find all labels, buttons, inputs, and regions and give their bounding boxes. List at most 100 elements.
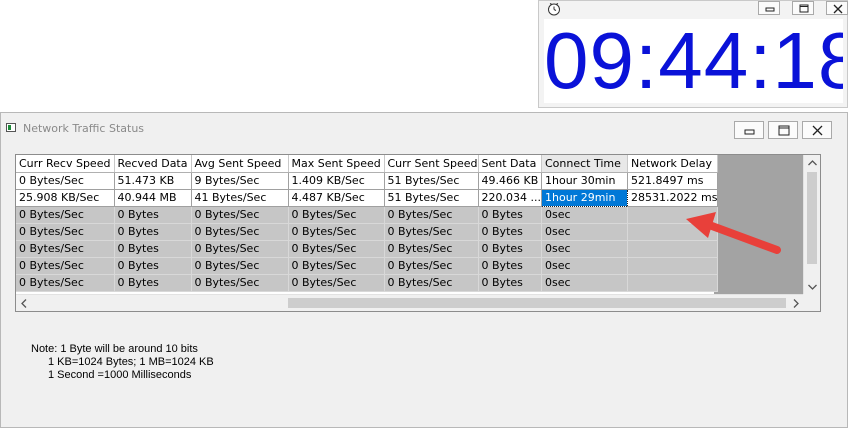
clock-minimize-button[interactable] — [758, 1, 780, 15]
table-cell[interactable]: 41 Bytes/Sec — [191, 189, 289, 207]
table-cell[interactable]: 0 Bytes/Sec — [16, 257, 115, 275]
table-cell[interactable]: 0 Bytes/Sec — [191, 206, 289, 224]
table-cell[interactable]: 0 Bytes/Sec — [384, 223, 479, 241]
table-cell[interactable]: 0 Bytes/Sec — [288, 206, 385, 224]
table-cell[interactable]: 51 Bytes/Sec — [384, 189, 479, 207]
table-cell[interactable]: 0sec — [541, 274, 628, 292]
table-cell[interactable]: 0 Bytes/Sec — [191, 274, 289, 292]
table-cell[interactable]: 0 Bytes/Sec — [384, 240, 479, 258]
table-cell[interactable]: 25.908 KB/Sec — [16, 189, 115, 207]
maximize-button[interactable] — [768, 121, 798, 139]
table-cell[interactable]: 0 Bytes — [114, 257, 192, 275]
vertical-scroll-thumb[interactable] — [807, 172, 817, 264]
scroll-left-icon[interactable] — [16, 295, 33, 312]
note-line-3: 1 Second =1000 Milliseconds — [48, 369, 192, 381]
table-cell[interactable]: 0sec — [541, 240, 628, 258]
table-cell[interactable]: 0sec — [541, 257, 628, 275]
table-cell[interactable]: 0sec — [541, 223, 628, 241]
table-cell[interactable]: 1hour 29min — [541, 188, 628, 207]
maximize-icon — [799, 4, 809, 13]
scroll-up-icon[interactable] — [804, 155, 821, 172]
column-header[interactable]: Curr Sent Speed — [384, 155, 479, 173]
vertical-scrollbar[interactable] — [803, 155, 820, 295]
horizontal-scrollbar[interactable] — [16, 294, 820, 311]
clock-maximize-button[interactable] — [792, 1, 814, 15]
table-row[interactable]: 25.908 KB/Sec 40.944 MB 41 Bytes/Sec 4.487 … — [16, 188, 719, 207]
table-cell[interactable]: 0 Bytes/Sec — [288, 274, 385, 292]
horizontal-scroll-thumb[interactable] — [288, 298, 786, 308]
table-cell[interactable]: 0 Bytes/Sec — [191, 240, 289, 258]
table-cell[interactable] — [627, 257, 719, 275]
table-cell[interactable]: 0 Bytes — [478, 257, 543, 275]
table-cell[interactable] — [627, 240, 719, 258]
scrollbar-corner — [803, 294, 820, 311]
table-cell[interactable]: 0sec — [541, 206, 628, 224]
traffic-grid[interactable]: Curr Recv Speed Recved Data Avg Sent Speed… — [15, 154, 821, 312]
table-cell[interactable]: 0 Bytes — [114, 240, 192, 258]
notes-section: Note: 1 Byte will be around 10 bits 1 KB… — [31, 343, 214, 382]
table-row[interactable]: 0 Bytes/Sec 0 Bytes 0 Bytes/Sec 0 Bytes/Sec… — [16, 223, 719, 241]
note-line-1: Note: 1 Byte will be around 10 bits — [31, 343, 198, 355]
table-cell[interactable]: 1.409 KB/Sec — [288, 172, 385, 190]
table-cell[interactable]: 0 Bytes/Sec — [288, 240, 385, 258]
column-header[interactable]: Max Sent Speed — [288, 155, 385, 173]
table-cell[interactable]: 0 Bytes — [114, 274, 192, 292]
table-cell[interactable]: 0 Bytes/Sec — [16, 206, 115, 224]
table-row[interactable]: 0 Bytes/Sec 0 Bytes 0 Bytes/Sec 0 Bytes/Sec… — [16, 257, 719, 275]
minimize-icon — [744, 129, 755, 135]
clock-face: 09:44:18 — [544, 19, 843, 103]
column-header[interactable]: Curr Recv Speed — [16, 155, 115, 173]
close-button[interactable] — [802, 121, 832, 139]
table-cell[interactable]: 0 Bytes/Sec — [16, 172, 115, 190]
column-header[interactable]: Network Delay — [627, 155, 719, 173]
close-icon — [833, 4, 843, 14]
table-cell[interactable]: 0 Bytes — [478, 240, 543, 258]
table-cell[interactable]: 0 Bytes — [114, 223, 192, 241]
table-cell[interactable]: 0 Bytes — [478, 206, 543, 224]
table-cell[interactable]: 0 Bytes/Sec — [191, 257, 289, 275]
table-cell[interactable]: 51 Bytes/Sec — [384, 172, 479, 190]
table-cell[interactable]: 0 Bytes — [478, 223, 543, 241]
table-cell[interactable]: 521.8497 ms — [627, 172, 719, 190]
scroll-right-icon[interactable] — [787, 295, 804, 312]
note-line-2: 1 KB=1024 Bytes; 1 MB=1024 KB — [48, 356, 214, 368]
table-cell[interactable]: 4.487 KB/Sec — [288, 189, 385, 207]
column-header[interactable]: Sent Data — [478, 155, 543, 173]
column-header[interactable]: Avg Sent Speed — [191, 155, 289, 173]
table-cell[interactable]: 40.944 MB — [114, 189, 192, 207]
table-cell[interactable] — [627, 223, 719, 241]
window-title: Network Traffic Status — [23, 122, 145, 135]
table-cell[interactable]: 0 Bytes/Sec — [288, 257, 385, 275]
table-cell[interactable]: 0 Bytes/Sec — [384, 274, 479, 292]
network-traffic-window: Network Traffic Status Curr Recv Speed Re… — [0, 112, 848, 428]
table-row[interactable]: 0 Bytes/Sec 0 Bytes 0 Bytes/Sec 0 Bytes/Sec… — [16, 274, 719, 292]
table-cell[interactable]: 0 Bytes/Sec — [16, 223, 115, 241]
clock-close-button[interactable] — [826, 1, 848, 15]
minimize-icon — [765, 7, 775, 12]
table-cell[interactable]: 28531.2022 ms — [627, 189, 719, 207]
column-header[interactable]: Connect Time — [541, 155, 628, 173]
table-cell[interactable]: 0 Bytes/Sec — [16, 274, 115, 292]
clock-titlebar — [539, 1, 848, 19]
table-cell[interactable]: 1hour 30min — [541, 172, 628, 190]
scroll-down-icon[interactable] — [804, 278, 821, 295]
table-cell[interactable] — [627, 274, 719, 292]
table-cell[interactable]: 0 Bytes/Sec — [191, 223, 289, 241]
table-cell[interactable]: 0 Bytes — [114, 206, 192, 224]
table-cell[interactable]: 51.473 KB — [114, 172, 192, 190]
table-cell[interactable]: 0 Bytes/Sec — [16, 240, 115, 258]
column-header[interactable]: Recved Data — [114, 155, 192, 173]
table-row[interactable]: 0 Bytes/Sec 0 Bytes 0 Bytes/Sec 0 Bytes/Sec… — [16, 240, 719, 258]
maximize-icon — [778, 125, 790, 136]
table-cell[interactable]: 0 Bytes — [478, 274, 543, 292]
table-cell[interactable]: 0 Bytes/Sec — [384, 206, 479, 224]
table-cell[interactable]: 49.466 KB — [478, 172, 543, 190]
table-cell[interactable]: 0 Bytes/Sec — [384, 257, 479, 275]
table-row[interactable]: 0 Bytes/Sec 0 Bytes 0 Bytes/Sec 0 Bytes/Sec… — [16, 206, 719, 224]
table-cell[interactable]: 9 Bytes/Sec — [191, 172, 289, 190]
table-row[interactable]: 0 Bytes/Sec 51.473 KB 9 Bytes/Sec 1.409 KB/… — [16, 172, 719, 190]
table-cell[interactable]: 220.034 ... — [478, 189, 543, 207]
table-cell[interactable] — [627, 206, 719, 224]
minimize-button[interactable] — [734, 121, 764, 139]
table-cell[interactable]: 0 Bytes/Sec — [288, 223, 385, 241]
